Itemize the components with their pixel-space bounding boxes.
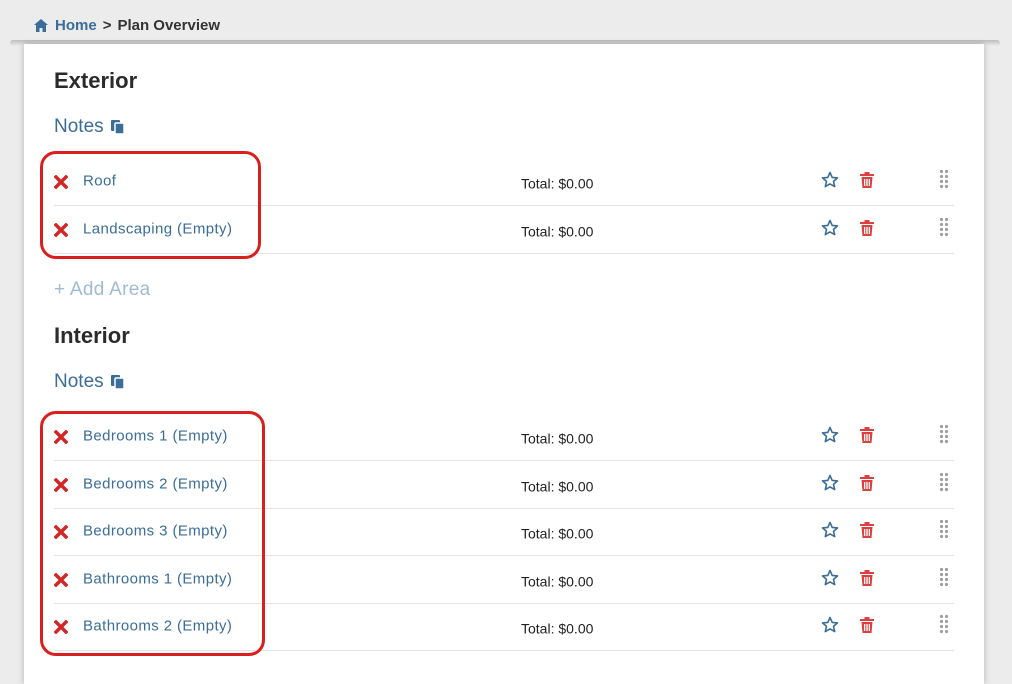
remove-area-icon[interactable] bbox=[53, 429, 69, 444]
remove-area-icon[interactable] bbox=[53, 524, 69, 539]
area-row-bathrooms-1: Bathrooms 1 (Empty) Total: $0.00 bbox=[53, 556, 954, 604]
notes-label: Notes bbox=[54, 116, 104, 137]
star-icon[interactable] bbox=[821, 219, 839, 237]
star-icon[interactable] bbox=[821, 171, 839, 189]
area-total: Total: $0.00 bbox=[521, 478, 594, 495]
area-row-landscaping: Landscaping (Empty) Total: $0.00 bbox=[53, 206, 954, 254]
area-link[interactable]: Bathrooms 2 (Empty) bbox=[83, 617, 232, 634]
area-link[interactable]: Bedrooms 1 (Empty) bbox=[83, 427, 228, 444]
drag-handle-icon[interactable] bbox=[939, 567, 949, 587]
area-total: Total: $0.00 bbox=[521, 525, 594, 542]
trash-icon[interactable] bbox=[860, 474, 874, 491]
section-title-exterior: Exterior bbox=[54, 68, 138, 93]
section-title-interior: Interior bbox=[54, 323, 130, 348]
top-bar: Home > Plan Overview bbox=[0, 0, 1012, 44]
area-total: Total: $0.00 bbox=[521, 223, 594, 240]
remove-area-icon[interactable] bbox=[53, 222, 69, 237]
area-link[interactable]: Bedrooms 3 (Empty) bbox=[83, 522, 228, 539]
copy-icon bbox=[110, 119, 126, 135]
area-total: Total: $0.00 bbox=[521, 175, 594, 192]
area-link[interactable]: Bathrooms 1 (Empty) bbox=[83, 570, 232, 587]
drag-handle-icon[interactable] bbox=[939, 424, 949, 444]
area-total: Total: $0.00 bbox=[521, 430, 594, 447]
drag-handle-icon[interactable] bbox=[939, 614, 949, 634]
drag-handle-icon[interactable] bbox=[939, 519, 949, 539]
trash-icon[interactable] bbox=[860, 426, 874, 443]
area-row-roof: Roof Total: $0.00 bbox=[53, 158, 954, 206]
remove-area-icon[interactable] bbox=[53, 477, 69, 492]
notes-link-interior[interactable]: Notes bbox=[54, 371, 126, 393]
remove-area-icon[interactable] bbox=[53, 174, 69, 189]
trash-icon[interactable] bbox=[860, 569, 874, 586]
home-icon[interactable] bbox=[34, 18, 48, 32]
drag-handle-icon[interactable] bbox=[939, 169, 949, 189]
area-link[interactable]: Landscaping (Empty) bbox=[83, 220, 232, 237]
notes-label: Notes bbox=[54, 371, 104, 392]
drag-handle-icon[interactable] bbox=[939, 472, 949, 492]
add-area-link[interactable]: + Add Area bbox=[54, 279, 151, 301]
area-row-bedrooms-1: Bedrooms 1 (Empty) Total: $0.00 bbox=[53, 413, 954, 461]
trash-icon[interactable] bbox=[860, 521, 874, 538]
area-row-bathrooms-2: Bathrooms 2 (Empty) Total: $0.00 bbox=[53, 603, 954, 651]
breadcrumb-separator: > bbox=[102, 16, 112, 34]
area-total: Total: $0.00 bbox=[521, 573, 594, 590]
trash-icon[interactable] bbox=[860, 616, 874, 633]
area-link[interactable]: Bedrooms 2 (Empty) bbox=[83, 475, 228, 492]
area-total: Total: $0.00 bbox=[521, 620, 594, 637]
copy-icon bbox=[110, 374, 126, 390]
plan-overview-panel: Exterior Notes Roof Total: $0.00 Landsca bbox=[24, 44, 984, 684]
breadcrumb-current: Plan Overview bbox=[117, 16, 221, 34]
remove-area-icon[interactable] bbox=[53, 619, 69, 634]
star-icon[interactable] bbox=[821, 616, 839, 634]
star-icon[interactable] bbox=[821, 521, 839, 539]
trash-icon[interactable] bbox=[860, 219, 874, 236]
star-icon[interactable] bbox=[821, 569, 839, 587]
area-link[interactable]: Roof bbox=[83, 172, 116, 189]
drag-handle-icon[interactable] bbox=[939, 217, 949, 237]
remove-area-icon[interactable] bbox=[53, 572, 69, 587]
breadcrumb-home-link[interactable]: Home bbox=[55, 17, 97, 34]
star-icon[interactable] bbox=[821, 426, 839, 444]
notes-link-exterior[interactable]: Notes bbox=[54, 116, 126, 138]
trash-icon[interactable] bbox=[860, 171, 874, 188]
breadcrumb: Home > Plan Overview bbox=[34, 15, 220, 35]
area-row-bedrooms-3: Bedrooms 3 (Empty) Total: $0.00 bbox=[53, 508, 954, 556]
area-row-bedrooms-2: Bedrooms 2 (Empty) Total: $0.00 bbox=[53, 461, 954, 509]
star-icon[interactable] bbox=[821, 474, 839, 492]
